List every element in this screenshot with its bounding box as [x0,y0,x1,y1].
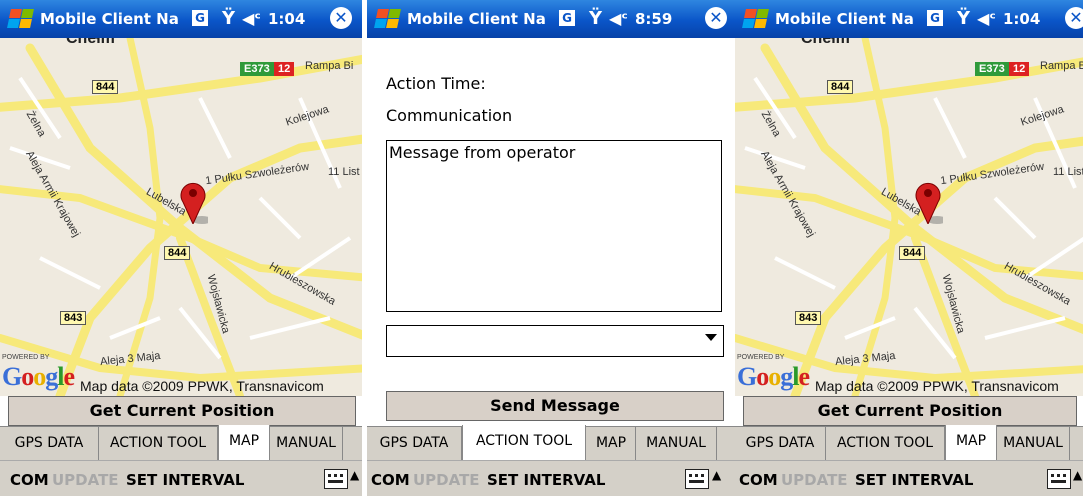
road-shield-844: 844 [827,80,854,94]
tab-bar: GPS DATA ACTION TOOL MAP MANUAL [735,425,1083,461]
speaker-icon[interactable]: ◀ᶜ [242,9,261,28]
menu-bar: COM UPDATE SET INTERVAL ▲ [0,460,362,496]
windows-start-icon[interactable] [7,8,34,30]
menu-set-interval[interactable]: SET INTERVAL [126,471,244,489]
app-title: Mobile Client Na [775,10,914,28]
road-shield-843: 843 [60,311,87,325]
title-bar: Mobile Client Na G Ÿ ◀ᶜ 8:59 ✕ [367,0,735,38]
windows-start-icon[interactable] [374,8,401,30]
tab-map[interactable]: MAP [945,425,997,460]
tab-action-tool[interactable]: ACTION TOOL [99,427,218,460]
menu-update: UPDATE [781,471,848,489]
tab-manual[interactable]: MANUAL [997,427,1070,460]
road-shield-844: 844 [92,80,119,94]
screen-map-1: Mobile Client Na G Ÿ ◀ᶜ 1:04 ✕ Chełm E37… [0,0,362,496]
windows-start-icon[interactable] [742,8,769,30]
tab-action-tool[interactable]: ACTION TOOL [462,425,586,460]
location-pin-icon[interactable] [913,180,943,224]
map-view[interactable]: Chełm E373 12 Rampa Bi Kolejowa Żelna 84… [0,38,362,396]
screen-action-tool: Mobile Client Na G Ÿ ◀ᶜ 8:59 ✕ Action Ti… [367,0,735,496]
network-badge: G [559,10,575,26]
google-logo: Google [737,362,810,391]
app-title: Mobile Client Na [40,10,179,28]
network-badge: G [927,10,943,26]
menu-com[interactable]: COM [739,471,778,489]
powered-by-label: POWERED BY [737,354,785,361]
road-shield-843: 843 [795,311,822,325]
menu-update: UPDATE [52,471,119,489]
caret-up-icon[interactable]: ▲ [350,468,359,482]
map-attribution: Map data ©2009 PPWK, Transnavicom [815,378,1059,394]
tab-bar: GPS DATA ACTION TOOL MAP MANUAL [0,425,362,461]
clock: 1:04 [268,10,306,28]
menu-set-interval[interactable]: SET INTERVAL [855,471,973,489]
tab-gps-data[interactable]: GPS DATA [0,427,99,460]
street-label-11-listopada: 11 List [1053,166,1083,178]
network-badge: G [192,10,208,26]
message-textarea[interactable]: Message from operator [386,140,722,312]
speaker-icon[interactable]: ◀ᶜ [609,9,628,28]
tab-action-tool[interactable]: ACTION TOOL [826,427,945,460]
menu-com[interactable]: COM [371,471,410,489]
signal-icon: Ÿ [222,8,236,29]
road-shield-844: 844 [899,246,926,260]
close-icon[interactable]: ✕ [1065,7,1083,29]
keyboard-icon[interactable] [324,469,348,489]
tab-gps-data[interactable]: GPS DATA [367,427,462,460]
caret-up-icon[interactable]: ▲ [712,468,721,482]
title-bar: Mobile Client Na G Ÿ ◀ᶜ 1:04 ✕ [735,0,1083,38]
message-select[interactable] [386,325,724,357]
menu-bar: COM UPDATE SET INTERVAL ▲ [735,460,1083,496]
clock: 8:59 [635,10,673,28]
location-pin-icon[interactable] [178,180,208,224]
google-logo: Google [2,362,75,391]
screen-map-2: Mobile Client Na G Ÿ ◀ᶜ 1:04 ✕ Chełm E37… [735,0,1083,496]
map-attribution: Map data ©2009 PPWK, Transnavicom [80,378,324,394]
tab-manual[interactable]: MANUAL [636,427,717,460]
signal-icon: Ÿ [589,8,603,29]
street-label-rampa: Rampa Bi [1040,60,1083,72]
menu-set-interval[interactable]: SET INTERVAL [487,471,605,489]
map-view[interactable]: Chełm E373 12 Rampa Bi Kolejowa Żelna 84… [735,38,1083,396]
road-badge-12: 12 [274,62,295,76]
get-current-position-button[interactable]: Get Current Position [743,396,1077,426]
menu-com[interactable]: COM [10,471,49,489]
road-shield-844: 844 [164,246,191,260]
city-label: Chełm [66,38,115,47]
speaker-icon[interactable]: ◀ᶜ [977,9,996,28]
get-current-position-button[interactable]: Get Current Position [8,396,356,426]
keyboard-icon[interactable] [685,469,709,489]
signal-icon: Ÿ [957,8,971,29]
close-icon[interactable]: ✕ [705,7,727,29]
keyboard-icon[interactable] [1047,469,1071,489]
tab-map[interactable]: MAP [587,427,636,460]
road-badge-12: 12 [1009,62,1030,76]
action-time-label: Action Time: [386,74,486,93]
street-label-rampa: Rampa Bi [305,60,354,72]
communication-label: Communication [386,106,513,125]
title-bar: Mobile Client Na G Ÿ ◀ᶜ 1:04 ✕ [0,0,362,38]
tab-gps-data[interactable]: GPS DATA [735,427,826,460]
tab-bar: GPS DATA ACTION TOOL MAP MANUAL [367,425,735,461]
powered-by-label: POWERED BY [2,354,50,361]
street-label-11-listopada: 11 List [328,166,360,178]
e-route-badge: E373 [240,62,274,76]
tab-map[interactable]: MAP [218,425,270,460]
chevron-down-icon[interactable] [705,334,717,341]
menu-update: UPDATE [413,471,480,489]
menu-bar: COM UPDATE SET INTERVAL ▲ [367,460,735,496]
app-title: Mobile Client Na [407,10,546,28]
close-icon[interactable]: ✕ [330,7,352,29]
clock: 1:04 [1003,10,1041,28]
tab-manual[interactable]: MANUAL [270,427,343,460]
caret-up-icon[interactable]: ▲ [1073,468,1082,482]
e-route-badge: E373 [975,62,1009,76]
send-message-button[interactable]: Send Message [386,391,724,421]
city-label: Chełm [801,38,850,47]
